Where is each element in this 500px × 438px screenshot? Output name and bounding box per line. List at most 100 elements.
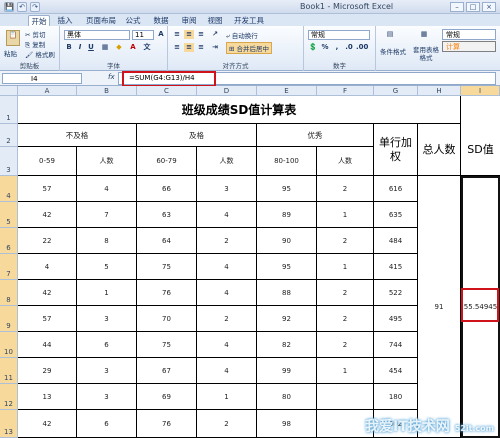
redo-icon[interactable]: ↷	[30, 2, 40, 12]
column-header-e[interactable]: E	[257, 86, 317, 96]
table-cell[interactable]: 415	[374, 254, 418, 280]
tab-formulas[interactable]: 公式	[122, 15, 144, 26]
table-cell[interactable]: 2	[317, 332, 374, 358]
table-cell[interactable]: 4	[197, 358, 257, 384]
underline-icon[interactable]: U	[86, 43, 96, 52]
bold-icon[interactable]: B	[64, 43, 74, 52]
table-cell[interactable]: 454	[374, 358, 418, 384]
tab-developer[interactable]: 开发工具	[232, 15, 266, 26]
close-icon[interactable]: ×	[482, 2, 496, 12]
table-cell[interactable]: 90	[257, 228, 317, 254]
table-cell[interactable]: 3	[77, 358, 137, 384]
tab-page-layout[interactable]: 页面布局	[82, 15, 120, 26]
row-header-2[interactable]: 2	[0, 124, 18, 147]
table-cell[interactable]: 3	[77, 384, 137, 410]
column-header-b[interactable]: B	[77, 86, 137, 96]
table-cell[interactable]: 8	[77, 228, 137, 254]
orientation-icon[interactable]: ↗	[210, 30, 220, 39]
font-color-icon[interactable]: A	[128, 43, 138, 52]
table-cell[interactable]: 13	[18, 384, 77, 410]
table-cell[interactable]: 29	[18, 358, 77, 384]
increase-decimal-icon[interactable]: .0	[344, 43, 354, 52]
subheader-cell[interactable]: 80-100	[257, 147, 317, 176]
table-cell[interactable]: 22	[18, 228, 77, 254]
row-header-9[interactable]: 9	[0, 306, 18, 332]
subheader-cell[interactable]: 0-59	[18, 147, 77, 176]
table-cell[interactable]	[317, 384, 374, 410]
table-cell[interactable]: 635	[374, 202, 418, 228]
indent-icon[interactable]: ⇥	[210, 43, 220, 52]
sd-header[interactable]: SD值	[461, 124, 500, 176]
italic-icon[interactable]: I	[75, 43, 85, 52]
conditional-format-icon[interactable]: ▤	[382, 30, 398, 44]
row-header-1[interactable]: 1	[0, 96, 18, 124]
table-cell[interactable]: 2	[197, 410, 257, 438]
table-cell[interactable]: 82	[257, 332, 317, 358]
table-cell[interactable]: 88	[257, 280, 317, 306]
row-header-11[interactable]: 11	[0, 358, 18, 384]
maximize-icon[interactable]: □	[466, 2, 480, 12]
table-cell[interactable]: 1	[197, 384, 257, 410]
table-cell[interactable]: 522	[374, 280, 418, 306]
table-cell[interactable]: 2	[197, 228, 257, 254]
row-header-7[interactable]: 7	[0, 254, 18, 280]
table-cell[interactable]: 5	[77, 254, 137, 280]
minimize-icon[interactable]: –	[450, 2, 464, 12]
table-cell[interactable]: 70	[137, 306, 197, 332]
table-cell[interactable]: 4	[197, 280, 257, 306]
table-cell[interactable]: 76	[137, 280, 197, 306]
table-cell[interactable]: 4	[197, 254, 257, 280]
sheet-title[interactable]: 班级成绩SD值计算表	[18, 96, 461, 124]
conditional-format-button[interactable]: 条件格式	[380, 46, 406, 56]
table-cell[interactable]: 6	[77, 332, 137, 358]
table-cell[interactable]: 63	[137, 202, 197, 228]
column-header-i[interactable]: I	[461, 86, 500, 96]
table-cell[interactable]: 616	[374, 176, 418, 202]
table-cell[interactable]: 42	[18, 202, 77, 228]
row-header-5[interactable]: 5	[0, 202, 18, 228]
save-icon[interactable]: 💾	[4, 2, 14, 12]
table-cell[interactable]: 2	[317, 306, 374, 332]
table-cell[interactable]: 484	[374, 228, 418, 254]
table-cell[interactable]: 57	[18, 306, 77, 332]
subheader-cell[interactable]: 人数	[317, 147, 374, 176]
decrease-decimal-icon[interactable]: .00	[356, 43, 368, 52]
table-cell[interactable]: 75	[137, 332, 197, 358]
table-cell[interactable]: 2	[317, 280, 374, 306]
table-cell[interactable]: 4	[18, 254, 77, 280]
table-cell[interactable]: 3	[197, 176, 257, 202]
font-size-select[interactable]: 11	[132, 30, 154, 40]
table-cell[interactable]: 4	[197, 332, 257, 358]
table-cell[interactable]: 99	[257, 358, 317, 384]
select-all-corner[interactable]	[0, 86, 18, 96]
table-cell[interactable]: 6	[77, 410, 137, 438]
fill-color-icon[interactable]: ◆	[114, 43, 124, 52]
style-normal[interactable]: 常规	[442, 29, 496, 40]
table-cell[interactable]: 57	[18, 176, 77, 202]
row-header-13[interactable]: 13	[0, 410, 18, 438]
table-cell[interactable]: 3	[77, 306, 137, 332]
total-people-value[interactable]: 91	[418, 176, 461, 438]
table-cell[interactable]: 75	[137, 254, 197, 280]
row-header-4[interactable]: 4	[0, 176, 18, 202]
number-format-select[interactable]: 常规	[308, 30, 370, 40]
table-cell[interactable]: 76	[137, 410, 197, 438]
table-cell[interactable]: 2	[197, 306, 257, 332]
undo-icon[interactable]: ↶	[17, 2, 27, 12]
table-cell[interactable]: 69	[137, 384, 197, 410]
row-header-3[interactable]: 3	[0, 147, 18, 176]
table-cell[interactable]: 89	[257, 202, 317, 228]
paste-button[interactable]: 粘贴	[4, 48, 17, 58]
table-cell[interactable]: 80	[257, 384, 317, 410]
table-cell[interactable]: 95	[257, 176, 317, 202]
table-cell[interactable]: 2	[317, 228, 374, 254]
column-header-g[interactable]: G	[374, 86, 418, 96]
table-cell[interactable]: 4	[77, 176, 137, 202]
table-cell[interactable]: 95	[257, 254, 317, 280]
row-header-10[interactable]: 10	[0, 332, 18, 358]
group-excellent[interactable]: 优秀	[257, 124, 374, 147]
table-cell[interactable]: 7	[77, 202, 137, 228]
row-header-8[interactable]: 8	[0, 280, 18, 306]
table-cell[interactable]: 64	[137, 228, 197, 254]
table-cell[interactable]: 180	[374, 384, 418, 410]
